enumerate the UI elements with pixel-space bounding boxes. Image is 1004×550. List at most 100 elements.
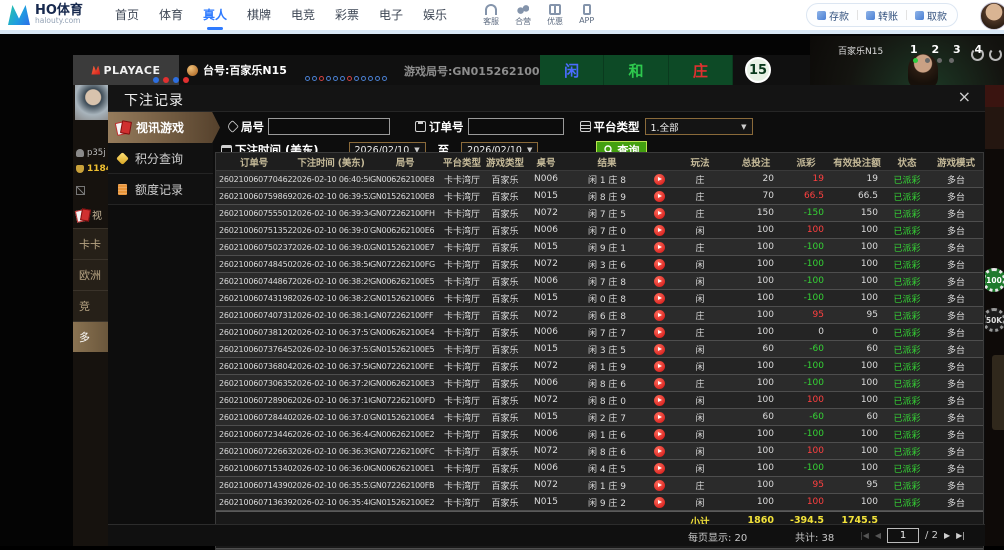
replay-icon[interactable] xyxy=(654,293,665,304)
transfer-button[interactable]: 转账 xyxy=(866,8,898,23)
cell-platform: 卡卡湾厅 xyxy=(440,309,484,322)
cell-status: 已派彩 xyxy=(884,292,930,305)
replay-icon[interactable] xyxy=(654,378,665,389)
cell-result: 闲 1 庄 8 xyxy=(566,173,648,186)
side-vertical-tab[interactable] xyxy=(992,355,1004,430)
platform-select[interactable]: 1.全部 ▼ xyxy=(645,118,753,135)
cell-round: GN015262100E6 xyxy=(370,294,440,303)
prev-page-icon[interactable]: ◀ xyxy=(875,531,881,540)
deposit-button[interactable]: 存款 xyxy=(817,8,849,23)
refresh-icon xyxy=(989,48,1002,61)
video-games-row[interactable]: 视 xyxy=(76,207,102,222)
replay-icon[interactable] xyxy=(654,174,665,185)
round-input[interactable] xyxy=(268,118,390,135)
menu-item-entertainment[interactable]: 娱乐 xyxy=(413,0,457,30)
withdraw-button[interactable]: 取款 xyxy=(915,8,947,23)
replay-icon[interactable] xyxy=(654,276,665,287)
user-avatar[interactable] xyxy=(980,2,1004,30)
profile-photo[interactable] xyxy=(75,85,108,120)
quick-link-partner[interactable]: 合营 xyxy=(515,4,531,27)
replay-icon[interactable] xyxy=(654,480,665,491)
cell-bet: 70 xyxy=(730,191,782,201)
nav-item-credit-records[interactable]: 额度记录 xyxy=(108,174,213,205)
replay-icon[interactable] xyxy=(654,208,665,219)
replay-icon[interactable] xyxy=(654,463,665,474)
brand-logo[interactable]: HO体育 halouty.com xyxy=(8,5,83,25)
table-row: 2602100607376452026-02-10 06:37:53GN0152… xyxy=(216,341,983,358)
quick-link-support[interactable]: 客服 xyxy=(483,4,499,27)
menu-item-board[interactable]: 棋牌 xyxy=(237,0,281,30)
replay-icon[interactable] xyxy=(654,310,665,321)
menu-item-live[interactable]: 真人 xyxy=(193,0,237,30)
replay-icon[interactable] xyxy=(654,395,665,406)
nav-item-points[interactable]: 积分查询 xyxy=(108,143,213,174)
order-input[interactable] xyxy=(468,118,564,135)
cell-play: 庄 xyxy=(670,479,730,492)
menu-item-home[interactable]: 首页 xyxy=(105,0,149,30)
replay-icon[interactable] xyxy=(654,259,665,270)
cell-result: 闲 1 庄 6 xyxy=(566,428,648,441)
cell-table_no: N072 xyxy=(526,208,566,218)
replay-icon[interactable] xyxy=(654,412,665,423)
cell-valid: 60 xyxy=(830,412,884,422)
menu-item-sports[interactable]: 体育 xyxy=(149,0,193,30)
edit-row[interactable] xyxy=(76,186,85,195)
chip-50k[interactable]: 50K xyxy=(985,308,1004,332)
cell-bet: 100 xyxy=(730,293,782,303)
replay-icon[interactable] xyxy=(654,225,665,236)
cell-order: 260210060723446 xyxy=(216,430,292,439)
quick-link-promo[interactable]: 优惠 xyxy=(547,4,563,27)
cell-play: 庄 xyxy=(670,190,730,203)
nav-label: 额度记录 xyxy=(135,181,183,198)
replay-icon-cell xyxy=(648,446,670,457)
cell-result: 闲 7 庄 0 xyxy=(566,224,648,237)
first-page-icon[interactable]: |◀ xyxy=(860,531,869,540)
next-page-icon[interactable]: ▶ xyxy=(944,531,950,540)
cell-time: 2026-02-10 06:40:50 xyxy=(292,175,370,184)
withdraw-label: 取款 xyxy=(927,8,947,23)
cell-status: 已派彩 xyxy=(884,309,930,322)
close-icon[interactable]: × xyxy=(958,87,971,106)
cell-status: 已派彩 xyxy=(884,445,930,458)
replay-icon[interactable] xyxy=(654,446,665,457)
hall-tab-multi[interactable]: 多 xyxy=(73,321,108,352)
document-icon xyxy=(118,184,127,195)
hall-tab-europe[interactable]: 欧洲 xyxy=(73,259,108,290)
cell-time: 2026-02-10 06:35:53 xyxy=(292,481,370,490)
cell-play: 庄 xyxy=(670,377,730,390)
menu-item-lottery[interactable]: 彩票 xyxy=(325,0,369,30)
hall-tab-kaka[interactable]: 卡卡 xyxy=(73,228,108,259)
cell-order: 260210060770462 xyxy=(216,175,292,184)
table-row: 2602100607513522026-02-10 06:39:07GN0062… xyxy=(216,222,983,239)
column-header: 游戏类型 xyxy=(484,155,526,169)
replay-icon[interactable] xyxy=(654,429,665,440)
quick-link-app[interactable]: APP xyxy=(579,4,594,27)
replay-icon[interactable] xyxy=(654,191,665,202)
nav-item-video-games[interactable]: 视讯游戏 xyxy=(108,112,220,143)
last-page-icon[interactable]: ▶| xyxy=(956,531,965,540)
cell-table_no: N015 xyxy=(526,497,566,507)
replay-icon[interactable] xyxy=(654,344,665,355)
cell-status: 已派彩 xyxy=(884,326,930,339)
table-row: 2602100607143902026-02-10 06:35:53GN0722… xyxy=(216,477,983,494)
refresh-icons[interactable] xyxy=(971,48,1002,61)
cell-mode: 多台 xyxy=(930,275,982,288)
cell-time: 2026-02-10 06:38:29 xyxy=(292,277,370,286)
page-input[interactable]: 1 xyxy=(887,528,919,543)
cell-time: 2026-02-10 06:38:23 xyxy=(292,294,370,303)
chip-100[interactable]: 100 xyxy=(985,268,1004,292)
hall-tab-jing[interactable]: 竞 xyxy=(73,290,108,321)
cell-game: 百家乐 xyxy=(484,292,526,305)
cell-order: 260210060713639 xyxy=(216,498,292,507)
board-player-header: 闲 xyxy=(540,55,604,85)
menu-item-esports[interactable]: 电竞 xyxy=(281,0,325,30)
cell-game: 百家乐 xyxy=(484,360,526,373)
nav-label: 积分查询 xyxy=(135,150,183,167)
replay-icon[interactable] xyxy=(654,497,665,508)
replay-icon[interactable] xyxy=(654,242,665,253)
cards-icon xyxy=(76,209,89,221)
replay-icon[interactable] xyxy=(654,361,665,372)
replay-icon-cell xyxy=(648,480,670,491)
menu-item-slots[interactable]: 电子 xyxy=(369,0,413,30)
replay-icon[interactable] xyxy=(654,327,665,338)
